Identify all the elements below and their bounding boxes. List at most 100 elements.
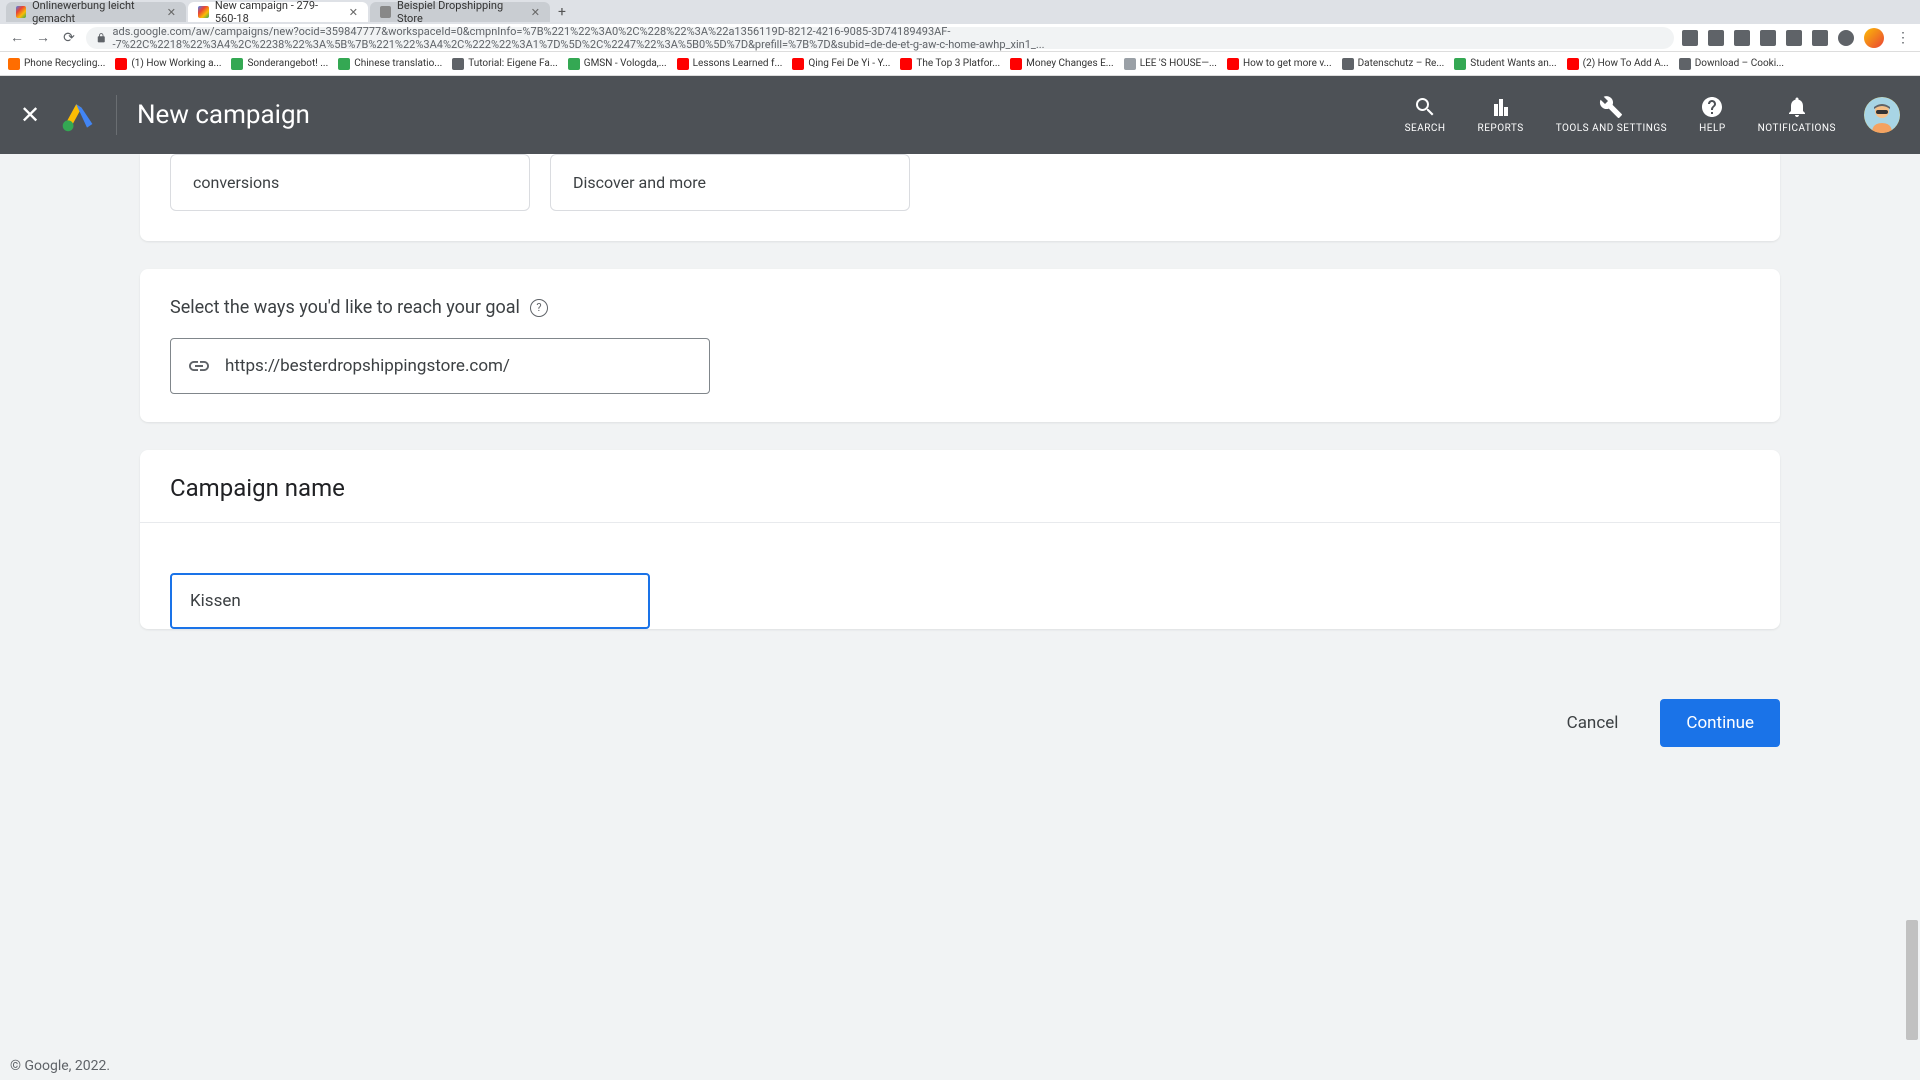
bookmark-item[interactable]: GMSN - Vologda,... — [568, 58, 667, 70]
help-icon — [1700, 95, 1724, 119]
tool-label: NOTIFICATIONS — [1758, 123, 1836, 135]
tab-favicon — [16, 6, 26, 18]
lock-icon — [96, 32, 107, 44]
bookmark-favicon — [452, 58, 464, 70]
forward-button[interactable]: → — [34, 29, 52, 47]
extension-icon[interactable] — [1786, 30, 1802, 46]
campaign-name-input[interactable] — [190, 591, 630, 611]
bookmark-favicon — [900, 58, 912, 70]
bookmark-label: Datenschutz – Re... — [1358, 58, 1445, 69]
google-ads-logo — [60, 97, 96, 133]
back-button[interactable]: ← — [8, 29, 26, 47]
link-icon — [187, 354, 211, 378]
profile-avatar[interactable] — [1864, 28, 1884, 48]
browser-tab[interactable]: Onlinewerbung leicht gemacht ✕ — [6, 2, 186, 22]
bookmark-favicon — [1679, 58, 1691, 70]
bookmark-favicon — [338, 58, 350, 70]
browser-tab[interactable]: Beispiel Dropshipping Store ✕ — [370, 2, 550, 22]
campaign-name-input-wrapper — [170, 573, 650, 629]
browser-tab-active[interactable]: New campaign - 279-560-18 ✕ — [188, 2, 368, 22]
share-icon[interactable] — [1734, 30, 1750, 46]
tab-title: Beispiel Dropshipping Store — [397, 0, 521, 25]
tools-settings[interactable]: TOOLS AND SETTINGS — [1540, 95, 1683, 135]
bookmark-favicon — [1342, 58, 1354, 70]
campaign-name-card: Campaign name — [140, 450, 1780, 629]
reports-tool[interactable]: REPORTS — [1462, 95, 1540, 135]
bell-icon — [1785, 95, 1809, 119]
bookmark-item[interactable]: Money Changes E... — [1010, 58, 1114, 70]
bookmark-item[interactable]: (1) How Working a... — [115, 58, 221, 70]
option-label: conversions — [193, 173, 279, 192]
extension-icon[interactable] — [1812, 30, 1828, 46]
bookmark-favicon — [1567, 58, 1579, 70]
help-tool[interactable]: HELP — [1683, 95, 1742, 135]
bookmark-item[interactable]: Qing Fei De Yi - Y... — [792, 58, 890, 70]
divider — [140, 522, 1780, 523]
bookmark-label: (2) How To Add A... — [1583, 58, 1669, 69]
bookmark-favicon — [792, 58, 804, 70]
browser-toolbar: ← → ⟳ ads.google.com/aw/campaigns/new?oc… — [0, 24, 1920, 52]
tool-label: SEARCH — [1405, 123, 1446, 135]
help-icon[interactable]: ? — [530, 299, 548, 317]
browser-tab-strip: Onlinewerbung leicht gemacht ✕ New campa… — [0, 0, 1920, 24]
section-label: Select the ways you'd like to reach your… — [170, 297, 548, 318]
zoom-icon[interactable] — [1708, 30, 1724, 46]
bookmark-item[interactable]: The Top 3 Platfor... — [900, 58, 1000, 70]
menu-icon[interactable]: ⋮ — [1894, 29, 1912, 47]
bookmark-item[interactable]: Chinese translatio... — [338, 58, 442, 70]
option-conversions[interactable]: conversions — [170, 154, 530, 211]
tab-close-icon[interactable]: ✕ — [349, 6, 358, 19]
tool-label: HELP — [1699, 123, 1726, 135]
bookmark-item[interactable]: Student Wants an... — [1454, 58, 1556, 70]
bookmark-label: How to get more v... — [1243, 58, 1332, 69]
address-bar[interactable]: ads.google.com/aw/campaigns/new?ocid=359… — [86, 27, 1674, 49]
bookmark-label: The Top 3 Platfor... — [916, 58, 1000, 69]
notifications-tool[interactable]: NOTIFICATIONS — [1742, 95, 1852, 135]
action-row: Cancel Continue — [140, 699, 1780, 747]
bookmark-favicon — [1010, 58, 1022, 70]
bookmark-item[interactable]: Sonderangebot! ... — [231, 58, 328, 70]
bookmark-favicon — [1124, 58, 1136, 70]
bookmark-item[interactable]: Phone Recycling... — [8, 58, 105, 70]
user-avatar[interactable] — [1864, 97, 1900, 133]
bookmark-star-icon[interactable] — [1760, 30, 1776, 46]
bookmark-label: Tutorial: Eigene Fa... — [468, 58, 558, 69]
bookmark-item[interactable]: Tutorial: Eigene Fa... — [452, 58, 558, 70]
bookmark-item[interactable]: Download – Cooki... — [1679, 58, 1784, 70]
tab-close-icon[interactable]: ✕ — [531, 6, 540, 19]
bookmark-label: Lessons Learned f... — [693, 58, 783, 69]
close-button[interactable]: ✕ — [20, 101, 60, 129]
bookmark-favicon — [115, 58, 127, 70]
avatar-icon — [1864, 97, 1900, 133]
bookmark-item[interactable]: Lessons Learned f... — [677, 58, 783, 70]
continue-button[interactable]: Continue — [1660, 699, 1780, 747]
bookmark-favicon — [568, 58, 580, 70]
reload-button[interactable]: ⟳ — [60, 29, 78, 47]
bookmarks-bar: Phone Recycling... (1) How Working a... … — [0, 52, 1920, 76]
bookmark-label: Money Changes E... — [1026, 58, 1114, 69]
bookmark-item[interactable]: How to get more v... — [1227, 58, 1332, 70]
tab-title: New campaign - 279-560-18 — [215, 0, 339, 25]
scrollbar[interactable] — [1906, 76, 1918, 1080]
translate-icon[interactable] — [1682, 30, 1698, 46]
bookmark-favicon — [231, 58, 243, 70]
bookmark-label: Student Wants an... — [1470, 58, 1556, 69]
divider — [116, 95, 117, 135]
bookmark-item[interactable]: (2) How To Add A... — [1567, 58, 1669, 70]
search-tool[interactable]: SEARCH — [1389, 95, 1462, 135]
url-text: ads.google.com/aw/campaigns/new?ocid=359… — [113, 25, 1664, 51]
cancel-button[interactable]: Cancel — [1541, 699, 1645, 747]
new-tab-button[interactable]: + — [552, 2, 572, 22]
bookmark-favicon — [677, 58, 689, 70]
scrollbar-thumb[interactable] — [1906, 920, 1918, 1040]
bookmark-item[interactable]: Datenschutz – Re... — [1342, 58, 1445, 70]
extension-icon[interactable] — [1838, 30, 1854, 46]
bookmark-label: Qing Fei De Yi - Y... — [808, 58, 890, 69]
campaign-type-card: conversions Discover and more — [140, 154, 1780, 241]
tab-close-icon[interactable]: ✕ — [167, 6, 176, 19]
bookmark-item[interactable]: LEE 'S HOUSE—... — [1124, 58, 1217, 70]
option-discover[interactable]: Discover and more — [550, 154, 910, 211]
page-title: New campaign — [137, 100, 310, 130]
bookmark-label: Phone Recycling... — [24, 58, 105, 69]
website-url-input[interactable]: https://besterdropshippingstore.com/ — [170, 338, 710, 394]
